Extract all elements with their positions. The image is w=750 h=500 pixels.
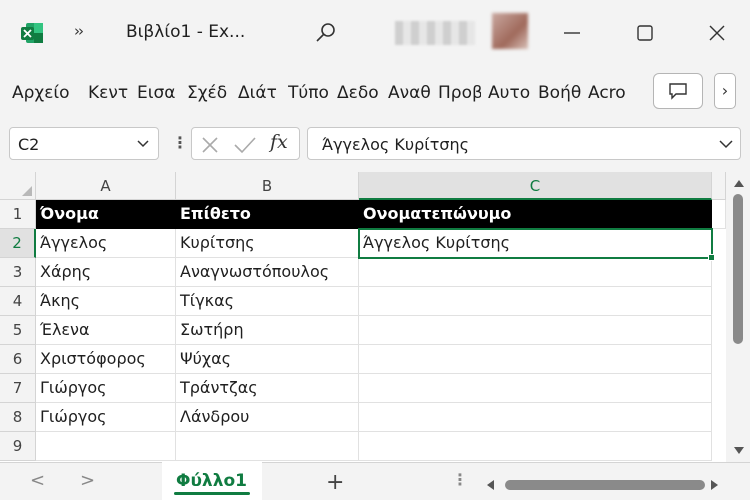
row-header[interactable]: 8 xyxy=(0,403,36,432)
row-header[interactable]: 9 xyxy=(0,432,36,461)
tab-formulas[interactable]: Τύπο xyxy=(288,83,330,103)
row-header[interactable]: 2 xyxy=(0,229,36,258)
formula-input[interactable]: Άγγελος Κυρίτσης xyxy=(307,127,741,160)
formula-value: Άγγελος Κυρίτσης xyxy=(322,135,470,154)
row-header[interactable]: 4 xyxy=(0,287,36,316)
scroll-left-icon[interactable] xyxy=(485,479,495,491)
document-title[interactable]: Βιβλίο1 - Ex... xyxy=(126,22,245,42)
chevron-down-icon[interactable] xyxy=(136,136,150,150)
excel-logo-icon xyxy=(21,23,43,43)
quick-access-chevron-icon[interactable]: ›› xyxy=(74,22,84,40)
tab-help[interactable]: Βοήθ xyxy=(538,83,581,103)
cell-b7[interactable]: Τράντζας xyxy=(176,374,359,403)
column-header-b[interactable]: B xyxy=(176,172,359,200)
row-header[interactable]: 5 xyxy=(0,316,36,345)
search-icon[interactable] xyxy=(314,21,338,45)
cell-d1[interactable] xyxy=(712,200,726,229)
scroll-right-icon[interactable] xyxy=(710,479,720,491)
row-header[interactable]: 6 xyxy=(0,345,36,374)
name-box-value: C2 xyxy=(18,135,40,154)
vertical-scroll-thumb[interactable] xyxy=(733,194,743,344)
tab-home[interactable]: Κεντ xyxy=(88,83,130,103)
ribbon-tabs: Αρχείο Κεντ Εισα Σχέδ Διάτ Τύπο Δεδο Ανα… xyxy=(0,66,750,120)
column-header-d[interactable] xyxy=(712,172,726,200)
row-header[interactable]: 1 xyxy=(0,200,36,229)
cell-a1[interactable]: Όνομα xyxy=(36,200,176,229)
comment-icon xyxy=(669,83,687,100)
cell-b9[interactable] xyxy=(176,432,359,461)
select-all-triangle-icon xyxy=(22,186,32,196)
cancel-icon[interactable] xyxy=(200,135,220,155)
cell-a8[interactable]: Γιώργος xyxy=(36,403,176,432)
cell-c2[interactable]: Άγγελος Κυρίτσης xyxy=(359,229,712,258)
sheet-options-icon[interactable]: ⋮ xyxy=(452,470,468,489)
tab-file[interactable]: Αρχείο xyxy=(12,83,76,103)
cell-a4[interactable]: Άκης xyxy=(36,287,176,316)
column-header-c[interactable]: C xyxy=(359,172,712,200)
tab-draw[interactable]: Σχέδ xyxy=(187,83,231,103)
cell-c4[interactable] xyxy=(359,287,712,316)
cell-a5[interactable]: Έλενα xyxy=(36,316,176,345)
expand-formula-chevron-icon[interactable] xyxy=(718,136,734,152)
close-icon[interactable] xyxy=(702,18,732,48)
cell-c7[interactable] xyxy=(359,374,712,403)
cell-a7[interactable]: Γιώργος xyxy=(36,374,176,403)
tab-acrobat[interactable]: Acro xyxy=(588,83,632,103)
row-header[interactable]: 7 xyxy=(0,374,36,403)
maximize-icon[interactable] xyxy=(630,18,660,48)
fill-handle[interactable] xyxy=(708,254,715,261)
formula-bar-options[interactable]: ⋮ xyxy=(172,133,188,152)
cell-b2[interactable]: Κυρίτσης xyxy=(176,229,359,258)
worksheet-grid[interactable]: A B C 1 2 3 4 5 6 7 8 9 Όνομα Επίθετο Ον… xyxy=(0,172,726,462)
cell-a9[interactable] xyxy=(36,432,176,461)
cell-b8[interactable]: Λάνδρου xyxy=(176,403,359,432)
tab-data[interactable]: Δεδο xyxy=(337,83,381,103)
cell-a3[interactable]: Χάρης xyxy=(36,258,176,287)
cell-c3[interactable] xyxy=(359,258,712,287)
next-sheet-chevron-icon[interactable]: > xyxy=(80,470,95,491)
select-all-corner[interactable] xyxy=(0,172,36,200)
cell-a6[interactable]: Χριστόφορος xyxy=(36,345,176,374)
avatar[interactable] xyxy=(492,13,528,49)
name-box[interactable]: C2 xyxy=(9,127,159,160)
scroll-up-icon[interactable] xyxy=(733,178,745,188)
ribbon-more-button[interactable]: › xyxy=(714,73,736,109)
title-bar: ›› Βιβλίο1 - Ex... xyxy=(0,0,750,66)
add-sheet-button[interactable]: + xyxy=(326,470,344,495)
cell-c8[interactable] xyxy=(359,403,712,432)
blurred-account-name xyxy=(395,21,475,45)
sheet-tab-label: Φύλλο1 xyxy=(176,471,247,491)
comments-button[interactable] xyxy=(653,73,703,109)
cell-b4[interactable]: Τίγκας xyxy=(176,287,359,316)
enter-check-icon[interactable] xyxy=(233,135,257,155)
tab-page-layout[interactable]: Διάτ xyxy=(238,83,281,103)
formula-controls: fx xyxy=(191,127,300,160)
cell-c9[interactable] xyxy=(359,432,712,461)
tab-review[interactable]: Αναθ xyxy=(388,83,431,103)
cell-b5[interactable]: Σωτήρη xyxy=(176,316,359,345)
cell-b6[interactable]: Ψύχας xyxy=(176,345,359,374)
insert-function-icon[interactable]: fx xyxy=(270,131,288,153)
cell-c1[interactable]: Ονοματεπώνυμο xyxy=(359,200,712,229)
prev-sheet-chevron-icon[interactable]: < xyxy=(30,470,45,491)
tab-automate[interactable]: Αυτο xyxy=(488,83,532,103)
scroll-down-icon[interactable] xyxy=(733,446,745,456)
cell-b1[interactable]: Επίθετο xyxy=(176,200,359,229)
minimize-icon[interactable] xyxy=(557,18,587,48)
cell-b3[interactable]: Αναγνωστόπουλος xyxy=(176,258,359,287)
tab-view[interactable]: Προβ xyxy=(438,83,481,103)
cell-a2[interactable]: Άγγελος xyxy=(36,229,176,258)
horizontal-scroll-thumb[interactable] xyxy=(505,480,705,490)
row-header[interactable]: 3 xyxy=(0,258,36,287)
tab-insert[interactable]: Εισα xyxy=(137,83,181,103)
cell-c5[interactable] xyxy=(359,316,712,345)
cell-c6[interactable] xyxy=(359,345,712,374)
column-header-a[interactable]: A xyxy=(36,172,176,200)
sheet-tab-active[interactable]: Φύλλο1 xyxy=(162,462,262,500)
